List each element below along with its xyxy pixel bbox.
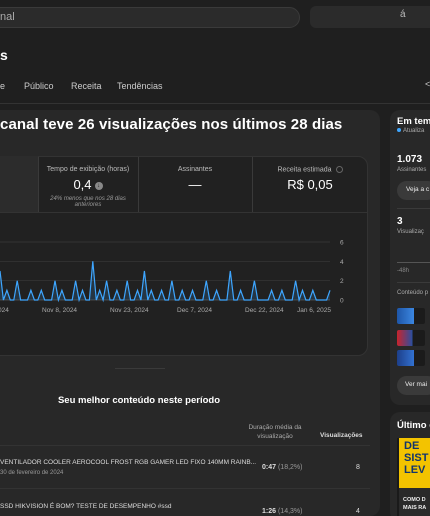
arrow-down-icon: ↓: [94, 181, 103, 190]
chart-y-tick: 4: [340, 259, 344, 266]
metric-label: Receita estimada: [252, 166, 368, 173]
chart-y-tick: 6: [340, 240, 344, 247]
see-subscribers-button[interactable]: Veja a c: [397, 181, 430, 200]
chart-x-tick: Dec 7, 2024: [177, 307, 212, 314]
page-title: s: [0, 47, 8, 63]
tab-audience[interactable]: Público: [24, 81, 54, 91]
account-search-box[interactable]: [310, 6, 430, 28]
video-thumbnail[interactable]: [397, 350, 425, 366]
thumbnail-text: SIST: [404, 452, 429, 464]
chart-x-tick: Nov 23, 2024: [110, 307, 149, 314]
row-duration-value: 0:47: [262, 464, 277, 471]
tab-overview[interactable]: e: [0, 81, 5, 91]
metric-revenue[interactable]: Receita estimada R$ 0,05: [252, 166, 368, 192]
row-divider: [0, 488, 370, 489]
latest-content-title: Último c: [397, 420, 430, 431]
views-chart: 6 4 2 0 024 Nov 8, 2024 Nov 23, 2024 Dec 7, 202…: [0, 240, 344, 314]
card-divider: [115, 368, 165, 369]
thumbnail-caption-bottom: COMO D MAIS RA: [399, 488, 430, 516]
chart-x-tick: Dec 22, 2024: [245, 307, 284, 314]
search-box-text: á: [400, 9, 406, 20]
realtime-bar-baseline: [397, 262, 430, 263]
chart-y-tick: 0: [340, 298, 344, 305]
thumbnail-text: MAIS RA: [403, 505, 427, 511]
chart-y-tick: 2: [340, 278, 344, 285]
search-input-text[interactable]: nal: [0, 11, 15, 23]
tab-revenue[interactable]: Receita: [71, 81, 102, 91]
tabs-divider: [0, 103, 430, 104]
realtime-subs-label: Assinantes: [397, 167, 427, 173]
realtime-status: Atualiza: [397, 128, 424, 134]
row-duration-pct: (14,3%): [277, 508, 303, 515]
row-duration-pct: (18,2%): [277, 464, 303, 471]
metric-value: R$ 0,05: [287, 177, 333, 193]
realtime-status-text: Atualiza: [403, 128, 425, 134]
info-icon[interactable]: [335, 166, 343, 173]
metric-value: 0,4 ↓: [38, 177, 138, 192]
row-divider: [0, 445, 370, 446]
chart-x-tick: 024: [0, 307, 9, 314]
chevron-left-icon[interactable]: <: [425, 79, 430, 89]
metric-label: Tempo de exibição (horas): [46, 166, 130, 173]
realtime-hours-label: -48h: [397, 268, 410, 274]
row-duration-value: 1:26: [262, 508, 277, 515]
row-duration: 1:26 (14,3%): [262, 508, 302, 515]
chart-x-tick: Jan 6, 2025: [297, 307, 331, 314]
realtime-views-value: 3: [397, 216, 403, 227]
row-video-date: 30 de fevereiro de 2024: [0, 470, 64, 476]
column-duration: Duração média da visualização: [248, 424, 302, 440]
realtime-divider: [397, 208, 430, 209]
top-content-title: Seu melhor conteúdo neste período: [57, 395, 221, 406]
thumbnail-text: LEV: [404, 464, 426, 476]
metric-value: —: [188, 177, 202, 192]
metric-label-text: Receita estimada: [277, 166, 332, 174]
realtime-divider: [397, 282, 430, 283]
row-duration: 0:47 (18,2%): [262, 464, 302, 471]
video-thumbnail[interactable]: [397, 330, 425, 346]
metric-value-text: 0,4: [73, 177, 92, 192]
realtime-views-label: Visualizaç: [397, 229, 424, 235]
realtime-subs-value: 1.073: [397, 154, 423, 165]
thumbnail-text: DE: [404, 440, 420, 452]
metric-label: Assinantes: [177, 166, 213, 173]
video-thumbnail[interactable]: [397, 308, 425, 324]
metric-watch-time[interactable]: Tempo de exibição (horas) 0,4 ↓ 24% menos…: [38, 166, 138, 208]
row-views: 8: [356, 464, 360, 471]
see-more-button[interactable]: Ver mai: [397, 376, 430, 395]
row-views: 4: [356, 508, 360, 515]
row-video-title[interactable]: VENTILADOR COOLER AEROCOOL FROST RGB GAM…: [0, 459, 256, 466]
live-dot-icon: [397, 128, 401, 133]
row-video-title[interactable]: SSD HIKVISION É BOM? TESTE DE DESEMPENHO…: [0, 503, 171, 510]
metric-sub: 24% menos que nos 28 dias anteriores: [50, 196, 126, 208]
metric-subscribers[interactable]: Assinantes —: [138, 166, 252, 192]
metrics-underline: [0, 212, 368, 213]
realtime-content-label: Conteúdo p: [397, 290, 429, 296]
metric-views-tab[interactable]: [0, 156, 38, 212]
thumbnail-text: COMO D: [403, 497, 426, 503]
chart-x-tick: Nov 8, 2024: [42, 307, 77, 314]
thumbnail-caption-top: DE SIST LEV: [399, 438, 430, 488]
column-views: Visualizações: [320, 432, 363, 439]
realtime-title: Em tem: [397, 116, 430, 127]
overview-headline: canal teve 26 visualizações nos últimos …: [0, 116, 343, 133]
search-bar[interactable]: [0, 7, 300, 28]
tab-trends[interactable]: Tendências: [117, 81, 163, 91]
